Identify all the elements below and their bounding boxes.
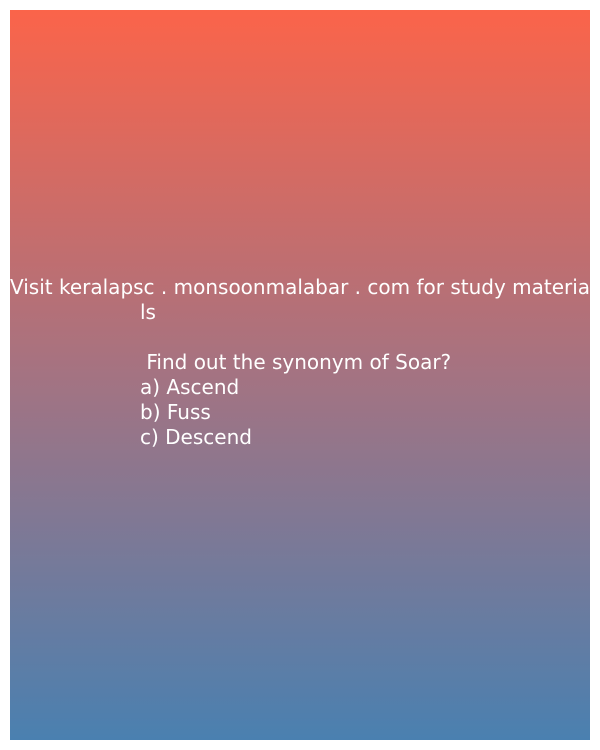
question-text: Find out the synonym of Soar? — [140, 350, 452, 374]
option-c: c) Descend — [140, 425, 252, 449]
option-a: a) Ascend — [140, 375, 240, 399]
question-card: Visit keralapsc . monsoonmalabar . com f… — [10, 10, 590, 740]
card-text: Visit keralapsc . monsoonmalabar . com f… — [10, 275, 590, 450]
option-b: b) Fuss — [140, 400, 211, 424]
promo-text-line-1: Visit keralapsc . monsoonmalabar . com f… — [10, 275, 591, 299]
promo-text-line-2: ls — [140, 300, 156, 324]
